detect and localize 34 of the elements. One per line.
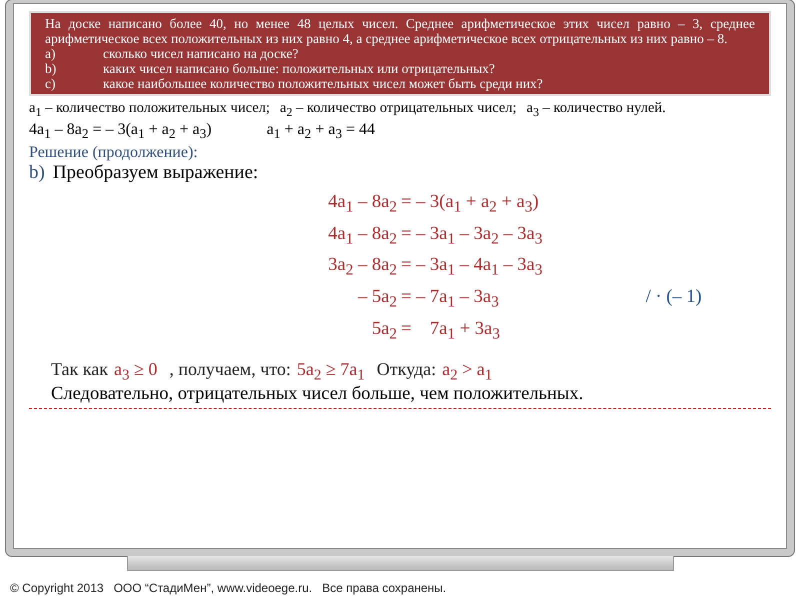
copyright-text: © Copyright 2013 ООО “СтадиМен”, www.videoege.ru. Все права сохранены.: [10, 581, 446, 595]
question-text: какое наибольшее количество положительных чисел может быть среди них?: [103, 76, 543, 91]
equation: a$_{1}$ + a$_{2}$ + a$_{3}$ = 44: [266, 120, 376, 142]
question-marker: a): [45, 46, 56, 61]
part-marker: b): [29, 162, 45, 184]
problem-text: На доске написано более 40, но менее 48 целых чисел. Среднее арифметическое этих чисел равно – 3, среднее арифметическое всех положительных из них равно 4, а среднее арифметическое всех отрицательных из них равно – 8.: [45, 16, 755, 46]
equation-right-side: = – 7a$_{1}$ – 3a$_{3}$: [401, 286, 500, 313]
conclusion-text: Откуда:: [376, 358, 436, 381]
solution-heading: Решение (продолжение):: [29, 144, 199, 162]
question-marker: c): [45, 76, 56, 91]
equation-right-side: = 7a$_{1}$ + 3a$_{3}$: [401, 318, 501, 345]
inequality: 5a$_{2}$ ≥ 7a$_{1}$: [296, 358, 365, 384]
definition-text: a$_{3}$ – количество нулей.: [526, 100, 666, 120]
question-text: сколько чисел написано на доске?: [103, 46, 298, 61]
equation: 4a$_{1}$ – 8a$_{2}$ = – 3(a$_{1}$ + a$_{2}$ + a$_{3}$): [29, 120, 212, 142]
equation-left-side: 5a$_{2}$: [370, 318, 397, 345]
equation-left-side: – 5a$_{2}$: [356, 286, 397, 313]
question-marker: b): [45, 61, 58, 76]
equation-right-side: = – 3a$_{1}$ – 4a$_{1}$ – 3a$_{3}$: [401, 254, 544, 282]
equation-left-side: 4a$_{1}$ – 8a$_{2}$: [327, 222, 397, 250]
question-text: каких чисел написано больше: положительных или отрицательных?: [103, 61, 495, 76]
conclusion-text: Так как: [51, 358, 108, 381]
equation-left-side: 4a$_{1}$ – 8a$_{2}$: [327, 191, 397, 218]
equation-left-side: 3a$_{2}$ – 8a$_{2}$: [327, 254, 397, 282]
definition-text: a$_{1}$ – количество положительных чисел;: [29, 100, 270, 120]
equation-right-side: = – 3a$_{1}$ – 3a$_{2}$ – 3a$_{3}$: [401, 222, 544, 250]
equation-right-side: = – 3(a$_{1}$ + a$_{2}$ + a$_{3}$): [401, 191, 540, 218]
conclusion-text: , получаем, что:: [169, 358, 291, 381]
inequality: a$_{3}$ ≥ 0: [114, 358, 158, 384]
equation-note: / · (– 1): [646, 286, 703, 310]
definition-text: a$_{2}$ – количество отрицательных чисел;: [280, 100, 517, 120]
part-text: Преобразуем выражение:: [52, 162, 258, 184]
final-statement: Следовательно, отрицательных чисел больше, чем положительных.: [51, 384, 584, 406]
inequality: a$_{2}$ > a$_{1}$: [442, 358, 492, 384]
